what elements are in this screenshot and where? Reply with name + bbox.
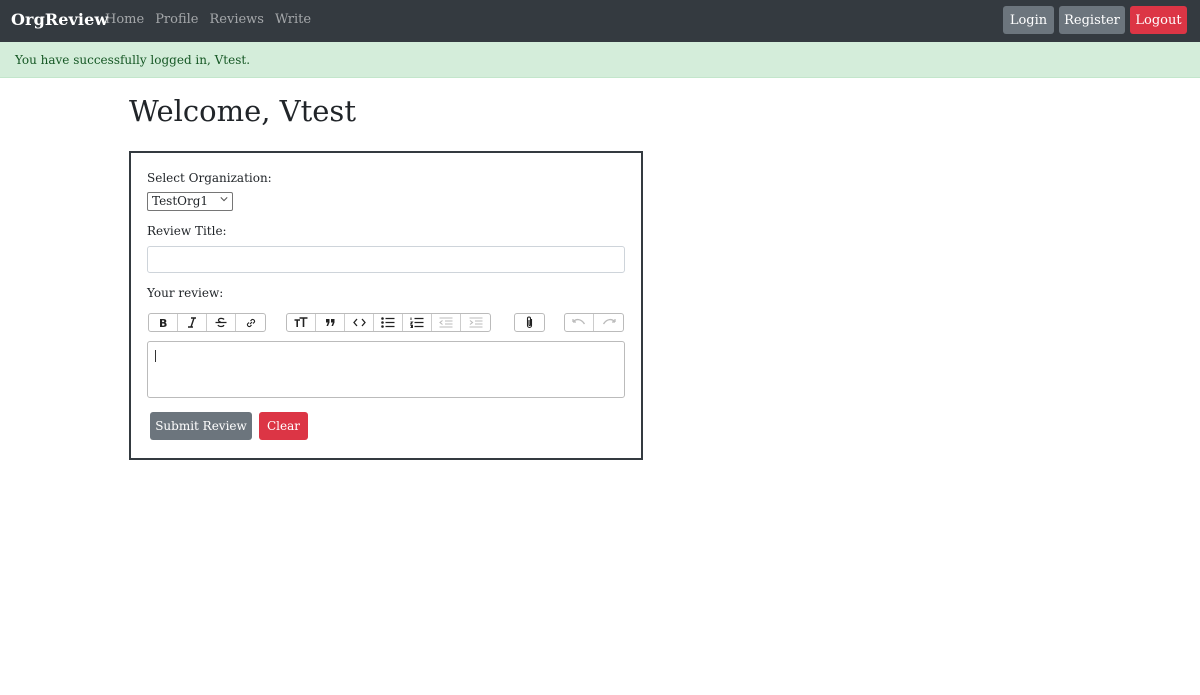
- nav-link-profile[interactable]: Profile: [155, 12, 198, 27]
- review-form: Select Organization: TestOrg1 Review Tit…: [129, 151, 643, 460]
- code-icon[interactable]: [345, 314, 374, 331]
- strikethrough-icon[interactable]: [207, 314, 236, 331]
- redo-icon[interactable]: [594, 314, 623, 331]
- chevron-down-icon: [220, 195, 228, 206]
- brand-logo[interactable]: OrgReview: [11, 10, 108, 29]
- text-caret: [155, 350, 156, 362]
- toolbar-files-group: [514, 313, 545, 332]
- org-select-label: Select Organization:: [147, 171, 272, 185]
- decrease-indent-icon[interactable]: [432, 314, 461, 331]
- nav-links: Home Profile Reviews Write: [105, 12, 311, 27]
- page-title: Welcome, Vtest: [129, 94, 356, 128]
- review-body-label: Your review:: [147, 286, 224, 300]
- organization-select[interactable]: TestOrg1: [147, 192, 233, 211]
- heading-icon[interactable]: [287, 314, 316, 331]
- login-button[interactable]: Login: [1003, 6, 1054, 34]
- top-navbar: OrgReview Home Profile Reviews Write Log…: [0, 0, 1200, 42]
- review-title-label: Review Title:: [147, 224, 227, 238]
- register-button[interactable]: Register: [1059, 6, 1125, 34]
- clear-button[interactable]: Clear: [259, 412, 308, 440]
- undo-icon[interactable]: [565, 314, 594, 331]
- bold-icon[interactable]: B: [149, 314, 178, 331]
- toolbar-formatting-group: B: [148, 313, 266, 332]
- review-editor[interactable]: [147, 341, 625, 398]
- numbered-list-icon[interactable]: [403, 314, 432, 331]
- success-alert: You have successfully logged in, Vtest.: [0, 42, 1200, 78]
- nav-link-home[interactable]: Home: [105, 12, 144, 27]
- submit-review-button[interactable]: Submit Review: [150, 412, 252, 440]
- increase-indent-icon[interactable]: [461, 314, 490, 331]
- quote-icon[interactable]: [316, 314, 345, 331]
- organization-select-value: TestOrg1: [152, 194, 209, 208]
- review-title-input[interactable]: [147, 246, 625, 273]
- bullet-list-icon[interactable]: [374, 314, 403, 331]
- nav-link-reviews[interactable]: Reviews: [210, 12, 264, 27]
- logout-button[interactable]: Logout: [1130, 6, 1187, 34]
- nav-link-write[interactable]: Write: [275, 12, 311, 27]
- italic-icon[interactable]: [178, 314, 207, 331]
- toolbar-history-group: [564, 313, 624, 332]
- link-icon[interactable]: [236, 314, 265, 331]
- attach-icon[interactable]: [515, 314, 544, 331]
- toolbar-blocks-group: [286, 313, 491, 332]
- svg-text:B: B: [159, 317, 167, 328]
